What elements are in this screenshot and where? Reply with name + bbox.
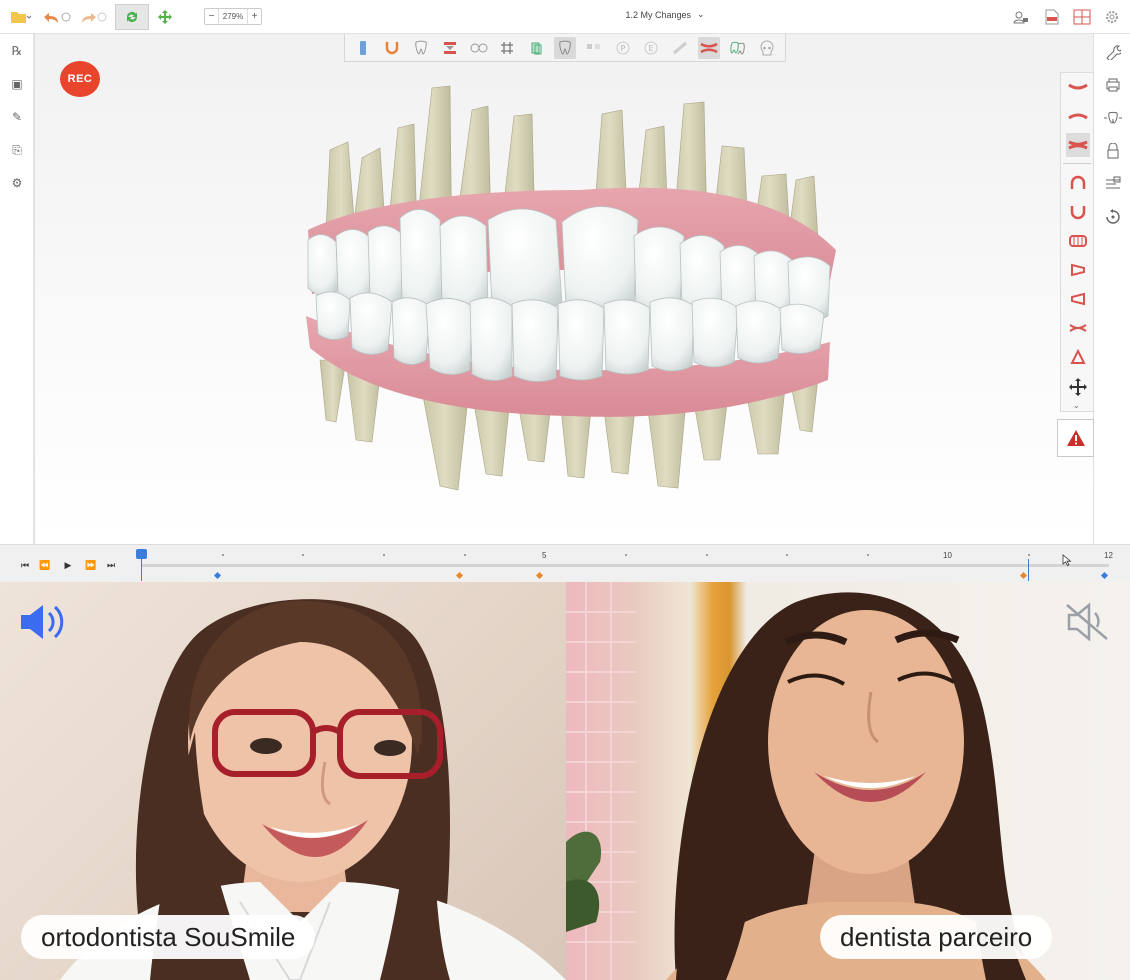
timeline-playhead[interactable] [1028, 559, 1029, 581]
prescription-icon[interactable]: ℞ [8, 42, 26, 60]
reset-icon[interactable] [1103, 207, 1123, 227]
step-label-10: 10 [943, 551, 952, 560]
timeline-step-dot[interactable] [786, 554, 789, 556]
participant-name-left: ortodontista SouSmile [21, 915, 316, 959]
timeline-keyframe[interactable] [536, 571, 544, 580]
pinned-view-icon[interactable] [1066, 345, 1090, 369]
cursor-pointer-icon [1062, 554, 1072, 566]
ipr-icon[interactable] [669, 37, 691, 59]
skull-icon[interactable] [756, 37, 778, 59]
rotate-move-icon[interactable] [1066, 375, 1090, 399]
tooth-numbers-icon[interactable] [468, 37, 490, 59]
pontic-icon[interactable]: P [612, 37, 634, 59]
timeline-keyframe[interactable] [1020, 571, 1028, 580]
timeline-keyframe[interactable] [213, 571, 221, 580]
back-view-icon[interactable] [1066, 316, 1090, 340]
timeline-start-marker[interactable] [136, 549, 147, 559]
participant-name-right: dentista parceiro [820, 915, 1053, 959]
tooth-column-icon[interactable] [352, 37, 374, 59]
mandibular-occlusal-icon[interactable] [1066, 200, 1090, 224]
refresh-icon[interactable] [115, 4, 149, 30]
zoom-value[interactable]: 279% [219, 12, 247, 21]
timeline-keyframe[interactable] [455, 571, 463, 580]
folder-icon[interactable] [6, 5, 36, 29]
svg-text:P: P [620, 44, 625, 53]
speaker-muted-icon [1062, 602, 1114, 642]
treatment-timeline: ⏮ ⏪ ▶ ⏩ ⏭ 5 10 12 [0, 544, 1130, 582]
version-selector[interactable]: 1.2 My Changes ⌄ [600, 9, 730, 20]
previous-step-icon[interactable]: ⏪ [38, 559, 52, 571]
arch-icon[interactable] [381, 37, 403, 59]
pdf-icon[interactable] [1041, 5, 1063, 29]
settings-gears-icon[interactable]: ⚙ [8, 174, 26, 192]
speaker-active-icon [18, 602, 70, 642]
lock-icon[interactable] [1103, 141, 1123, 161]
timeline-step-dot[interactable] [1028, 554, 1031, 556]
timeline-step-dot[interactable] [867, 554, 869, 556]
move-arrows-icon[interactable] [150, 5, 180, 29]
step-label-5: 5 [542, 551, 547, 560]
panel-divider [1063, 163, 1091, 164]
dental-model-3d[interactable] [300, 80, 840, 500]
timeline-step-dot[interactable] [625, 554, 627, 556]
print-icon[interactable] [1103, 75, 1123, 95]
timeline-step-dot[interactable] [221, 554, 224, 556]
next-step-icon[interactable]: ⏩ [84, 559, 98, 571]
pen-icon[interactable]: ✎ [8, 108, 26, 126]
patient-card-icon[interactable]: ▣ [8, 75, 26, 93]
occlusion-icon[interactable] [439, 37, 461, 59]
tooth-roots-icon[interactable] [410, 37, 432, 59]
svg-text:E: E [649, 44, 654, 53]
grid-icon[interactable] [496, 37, 518, 59]
zoom-control: − 279% + [204, 8, 262, 25]
timeline-step-dot[interactable] [463, 554, 466, 556]
timeline-track[interactable] [141, 564, 1109, 567]
timeline-keyframe[interactable] [1100, 571, 1108, 580]
arch-view-panel: ⌄ [1060, 72, 1094, 412]
ruler-icon[interactable] [1103, 174, 1123, 194]
aligner-icon[interactable] [697, 36, 720, 59]
left-view-icon[interactable] [1066, 287, 1090, 311]
add-file-icon[interactable]: ⎘ [8, 141, 26, 159]
zoom-in-button[interactable]: + [247, 9, 261, 24]
timeline-step-dot[interactable] [302, 554, 305, 556]
zoom-out-button[interactable]: − [205, 9, 219, 24]
model-compare-icon[interactable] [727, 37, 749, 59]
single-tooth-icon[interactable] [553, 36, 576, 59]
last-step-icon[interactable]: ⏭ [104, 559, 118, 571]
chevron-down-icon[interactable]: ⌄ [1073, 401, 1080, 410]
maxillary-occlusal-icon[interactable] [1066, 171, 1090, 195]
wrench-icon[interactable] [1103, 42, 1123, 62]
front-view-icon[interactable] [1066, 229, 1090, 253]
attachments-icon[interactable] [583, 37, 605, 59]
gear-icon[interactable] [1101, 5, 1123, 29]
tooth-chart-icon[interactable] [1103, 108, 1123, 128]
left-tool-rail: ℞ ▣ ✎ ⎘ ⚙ [0, 34, 34, 544]
lower-arch-view-icon[interactable] [1066, 104, 1090, 128]
view-toolbar: P E [344, 34, 786, 62]
step-label-12: 12 [1104, 551, 1113, 560]
top-toolbar: − 279% + 1.2 My Changes ⌄ [0, 0, 1130, 34]
right-view-icon[interactable] [1066, 258, 1090, 282]
timeline-start-line [141, 559, 142, 581]
video-tile-orthodontist[interactable]: ortodontista SouSmile [0, 582, 566, 980]
warning-icon [1066, 430, 1085, 446]
layout-grid-icon[interactable] [1071, 5, 1093, 29]
play-icon[interactable]: ▶ [61, 559, 75, 571]
upper-arch-view-icon[interactable] [1066, 75, 1090, 99]
both-arches-view-icon[interactable] [1066, 133, 1090, 157]
record-indicator[interactable]: REC [60, 61, 100, 97]
patient-camera-icon[interactable] [1010, 5, 1032, 29]
redo-icon[interactable] [76, 5, 108, 29]
warning-button[interactable] [1057, 419, 1094, 457]
extraction-icon[interactable]: E [640, 37, 662, 59]
version-label: 1.2 My Changes [625, 9, 691, 20]
undo-icon[interactable] [40, 5, 72, 29]
timeline-step-dot[interactable] [383, 554, 385, 556]
right-tool-rail [1095, 34, 1130, 544]
superimpose-icon[interactable] [525, 37, 547, 59]
chevron-down-icon: ⌄ [697, 9, 705, 19]
timeline-step-dot[interactable] [705, 554, 708, 556]
first-step-icon[interactable]: ⏮ [18, 559, 32, 571]
